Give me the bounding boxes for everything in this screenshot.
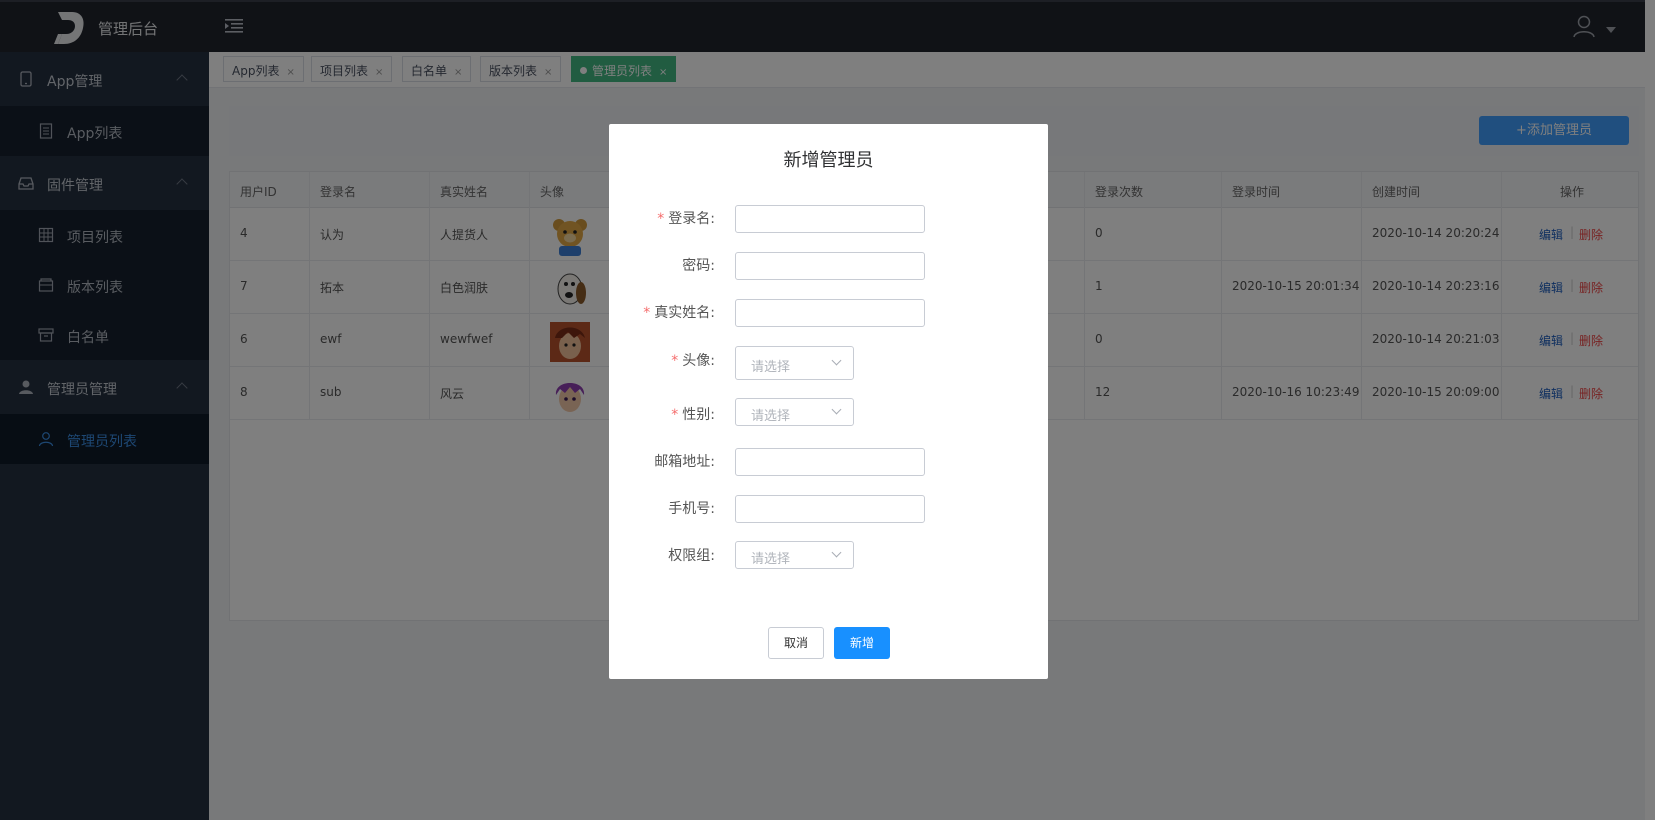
- field-label-text: 密码:: [682, 258, 715, 274]
- realname-input[interactable]: [735, 299, 925, 327]
- group-label: 权限组:: [609, 545, 715, 565]
- required-mark: *: [657, 211, 665, 227]
- add-admin-dialog: 新增管理员 * 登录名: 密码: * 真实姓名: * 头像: 请选择 * 性别: 请选择…: [609, 124, 1048, 679]
- required-mark: *: [671, 353, 679, 369]
- email-label: 邮箱地址:: [609, 451, 715, 471]
- chevron-down-icon: [831, 547, 842, 558]
- select-placeholder: 请选择: [751, 409, 791, 424]
- chevron-down-icon: [831, 355, 842, 366]
- required-mark: *: [671, 407, 679, 423]
- cancel-button[interactable]: 取消: [768, 627, 824, 659]
- avatar-select[interactable]: 请选择: [735, 346, 854, 380]
- field-label-text: 登录名:: [668, 211, 715, 227]
- avatar-label: * 头像:: [609, 350, 715, 370]
- field-label-text: 权限组:: [668, 548, 715, 564]
- required-mark: *: [643, 305, 651, 321]
- dialog-title: 新增管理员: [783, 150, 874, 171]
- phone-input[interactable]: [735, 495, 925, 523]
- login-input[interactable]: [735, 205, 925, 233]
- field-label-text: 手机号:: [668, 501, 715, 517]
- permission-group-select[interactable]: 请选择: [735, 541, 854, 569]
- submit-button[interactable]: 新增: [834, 627, 890, 659]
- field-label-text: 头像:: [682, 353, 715, 369]
- password-label: 密码:: [609, 255, 715, 275]
- chevron-down-icon: [831, 404, 842, 415]
- select-placeholder: 请选择: [751, 360, 791, 375]
- field-label-text: 性别:: [682, 407, 715, 423]
- field-label-text: 真实姓名:: [654, 305, 715, 321]
- email-input[interactable]: [735, 448, 925, 476]
- phone-label: 手机号:: [609, 498, 715, 518]
- field-label-text: 邮箱地址:: [654, 454, 715, 470]
- gender-select[interactable]: 请选择: [735, 398, 854, 426]
- login-label: * 登录名:: [609, 208, 715, 228]
- select-placeholder: 请选择: [751, 552, 791, 567]
- gender-label: * 性别:: [609, 404, 715, 424]
- realname-label: * 真实姓名:: [609, 302, 715, 322]
- password-input[interactable]: [735, 252, 925, 280]
